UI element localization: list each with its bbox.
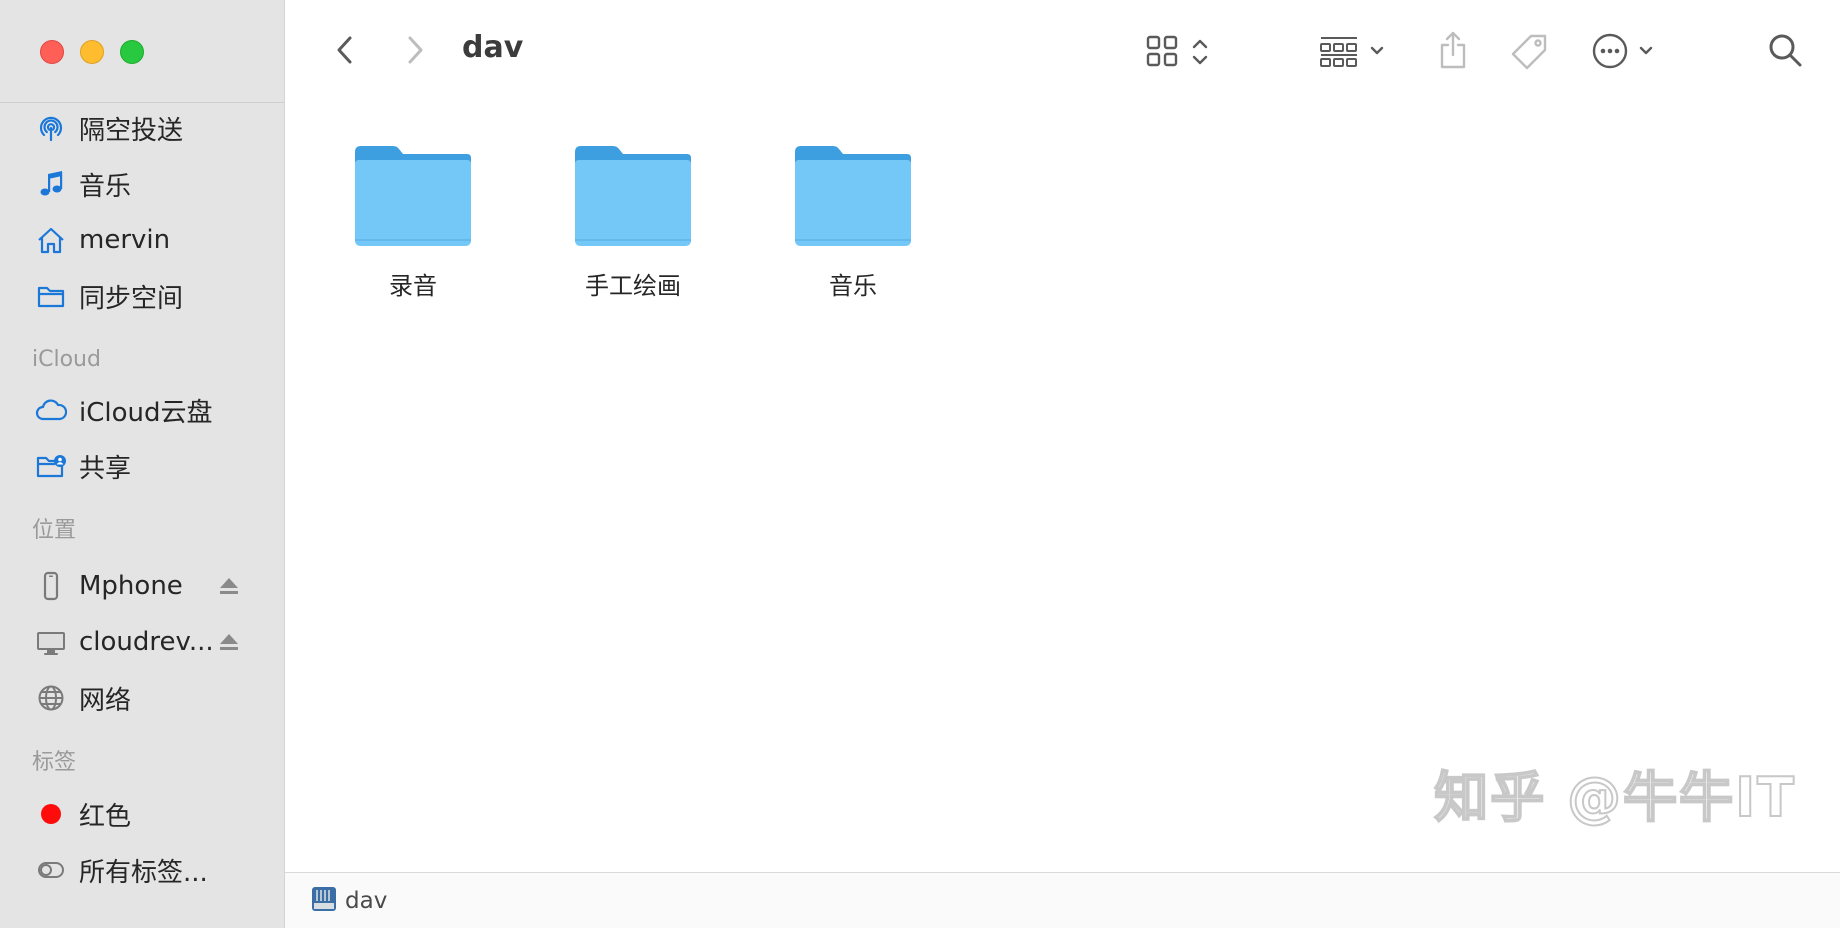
eject-icon[interactable] [218,630,240,652]
folder-icon [35,280,67,312]
network-globe-icon [35,682,67,714]
sidebar-section-icloud: iCloud [32,347,101,372]
window-controls [40,40,144,64]
search-icon [1769,34,1802,67]
minimize-window-button[interactable] [80,40,104,64]
close-window-button[interactable] [40,40,64,64]
file-area: 录音 手工绘画 音乐 知乎 @牛牛IT [285,102,1840,872]
sidebar-item-cloudreve[interactable]: cloudrev... [0,614,284,670]
chevron-right-icon [408,36,423,64]
sidebar-item-label: 红色 [79,801,132,832]
eject-icon[interactable] [218,574,240,596]
chevron-left-icon [337,36,352,64]
sidebar-item-label: Mphone [79,571,183,601]
sidebar-item-label: 音乐 [79,171,132,202]
sidebar-item-tag-red[interactable]: 红色 [0,786,284,842]
airdrop-icon [35,112,67,144]
file-item-handcraft-drawing[interactable]: 手工绘画 [543,144,723,301]
all-tags-icon [35,854,67,886]
ellipsis-circle-icon [1592,33,1653,69]
sidebar-item-label: 同步空间 [79,283,184,314]
tag-button[interactable] [1507,30,1551,74]
music-note-icon [35,168,67,200]
group-grid-icon [1320,37,1384,67]
group-button[interactable] [1315,32,1391,72]
file-item-recordings[interactable]: 录音 [323,144,503,301]
file-label: 录音 [389,272,437,300]
sidebar-item-all-tags[interactable]: 所有标签... [0,842,284,898]
share-icon [1440,31,1466,69]
sidebar-item-icloud-drive[interactable]: iCloud云盘 [0,382,284,438]
tag-icon [1511,34,1547,70]
sidebar-item-label: mervin [79,225,171,255]
home-icon [35,224,67,256]
sidebar: 隔空投送 音乐 mervin 同步空间 iCloud iCloud云盘 共享 位… [0,0,285,928]
sidebar-item-label: 网络 [79,685,132,716]
sidebar-section-tags: 标签 [32,750,77,775]
sidebar-item-label: 隔空投送 [79,115,184,146]
main-pane: dav 录音 手工绘画 音乐 知乎 @牛牛IT dav [285,0,1840,928]
back-button[interactable] [330,32,360,68]
forward-button[interactable] [400,32,430,68]
sidebar-item-music[interactable]: 音乐 [0,156,284,212]
search-button[interactable] [1765,30,1805,70]
sidebar-item-network[interactable]: 网络 [0,670,284,726]
path-bar-item[interactable]: dav [345,888,387,914]
folder-icon [575,146,691,246]
watermark: 知乎 @牛牛IT [1433,765,1796,830]
sidebar-item-label: 所有标签... [79,857,208,888]
sidebar-list: 隔空投送 音乐 mervin 同步空间 iCloud iCloud云盘 共享 位… [0,100,284,898]
sidebar-item-airdrop[interactable]: 隔空投送 [0,100,284,156]
zoom-window-button[interactable] [120,40,144,64]
file-label: 手工绘画 [585,272,681,300]
sidebar-item-label: cloudrev... [79,627,214,657]
finder-window: 隔空投送 音乐 mervin 同步空间 iCloud iCloud云盘 共享 位… [0,0,1840,928]
path-bar: dav [285,872,1840,928]
more-actions-button[interactable] [1591,30,1661,72]
sidebar-item-label: iCloud云盘 [79,397,213,428]
sidebar-item-label: 共享 [79,453,132,484]
iphone-icon [35,570,67,602]
sidebar-item-home[interactable]: mervin [0,212,284,268]
cloud-icon [35,394,67,426]
toolbar: dav [285,0,1840,102]
file-item-music[interactable]: 音乐 [763,144,943,301]
display-icon [35,626,67,658]
sidebar-item-sync-space[interactable]: 同步空间 [0,268,284,324]
folder-icon [795,146,911,246]
sidebar-item-shared[interactable]: 共享 [0,438,284,494]
server-drive-icon [311,885,337,917]
share-button[interactable] [1433,28,1473,72]
window-title: dav [462,30,524,65]
red-tag-dot [35,798,67,830]
file-label: 音乐 [829,272,877,300]
icon-grid-icon [1146,35,1208,67]
view-mode-button[interactable] [1143,32,1219,72]
sidebar-section-locations: 位置 [32,518,77,543]
sidebar-item-mphone[interactable]: Mphone [0,558,284,614]
folder-icon [355,146,471,246]
shared-folder-icon [35,450,67,482]
